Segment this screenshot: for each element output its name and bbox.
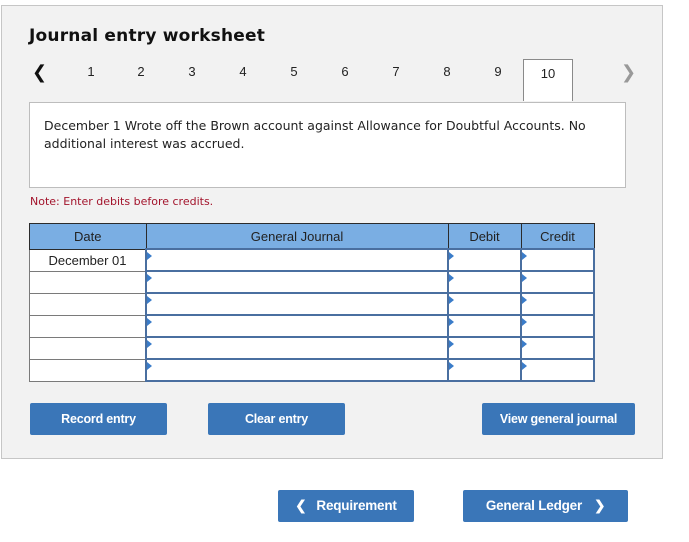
- general-ledger-label: General Ledger: [485, 498, 583, 513]
- transaction-description: December 1 Wrote off the Brown account a…: [29, 102, 626, 188]
- account-input[interactable]: [145, 292, 449, 316]
- tab-5[interactable]: 5: [279, 64, 309, 79]
- credit-input[interactable]: [520, 270, 595, 294]
- tab-6[interactable]: 6: [330, 64, 360, 79]
- worksheet-title: Journal entry worksheet: [29, 26, 266, 46]
- table-row: December 01: [29, 248, 595, 272]
- prev-tab-icon[interactable]: ❮: [32, 62, 47, 83]
- debit-credit-note: Note: Enter debits before credits.: [30, 195, 214, 208]
- tab-9[interactable]: 9: [483, 64, 513, 79]
- account-input[interactable]: [145, 336, 449, 360]
- header-credit: Credit: [520, 223, 595, 250]
- debit-input[interactable]: [447, 336, 522, 360]
- credit-input[interactable]: [520, 292, 595, 316]
- tab-3[interactable]: 3: [177, 64, 207, 79]
- debit-input[interactable]: [447, 292, 522, 316]
- account-input[interactable]: [145, 314, 449, 338]
- date-cell: [29, 358, 147, 382]
- date-cell: [29, 336, 147, 360]
- next-tab-icon[interactable]: ❯: [621, 62, 636, 83]
- requirement-button[interactable]: ❮ Requirement: [278, 490, 414, 522]
- date-cell: [29, 292, 147, 316]
- table-row: [29, 358, 595, 382]
- tab-4[interactable]: 4: [228, 64, 258, 79]
- account-input[interactable]: [145, 248, 449, 272]
- debit-input[interactable]: [447, 270, 522, 294]
- tab-10[interactable]: 10: [523, 59, 573, 101]
- account-input[interactable]: [145, 358, 449, 382]
- chevron-right-icon: ❯: [594, 498, 606, 513]
- header-date: Date: [29, 223, 147, 250]
- credit-input[interactable]: [520, 314, 595, 338]
- header-general-journal: General Journal: [145, 223, 449, 250]
- date-cell: [29, 270, 147, 294]
- date-cell: December 01: [29, 248, 147, 272]
- credit-input[interactable]: [520, 358, 595, 382]
- table-row: [29, 336, 595, 360]
- account-input[interactable]: [145, 270, 449, 294]
- tab-strip: ❮ 1 2 3 4 5 6 7 8 9 10 ❯: [0, 59, 689, 102]
- chevron-left-icon: ❮: [295, 498, 307, 513]
- debit-input[interactable]: [447, 358, 522, 382]
- credit-input[interactable]: [520, 336, 595, 360]
- journal-table: Date General Journal Debit Credit Decemb…: [29, 223, 595, 382]
- requirement-label: Requirement: [316, 498, 397, 513]
- clear-entry-button[interactable]: Clear entry: [208, 403, 345, 435]
- tab-2[interactable]: 2: [126, 64, 156, 79]
- debit-input[interactable]: [447, 314, 522, 338]
- general-ledger-button[interactable]: General Ledger ❯: [463, 490, 628, 522]
- tab-1[interactable]: 1: [76, 64, 106, 79]
- table-row: [29, 314, 595, 338]
- tab-8[interactable]: 8: [432, 64, 462, 79]
- record-entry-button[interactable]: Record entry: [30, 403, 167, 435]
- view-general-journal-button[interactable]: View general journal: [482, 403, 635, 435]
- table-row: [29, 270, 595, 294]
- date-cell: [29, 314, 147, 338]
- header-debit: Debit: [447, 223, 522, 250]
- credit-input[interactable]: [520, 248, 595, 272]
- debit-input[interactable]: [447, 248, 522, 272]
- tab-7[interactable]: 7: [381, 64, 411, 79]
- table-row: [29, 292, 595, 316]
